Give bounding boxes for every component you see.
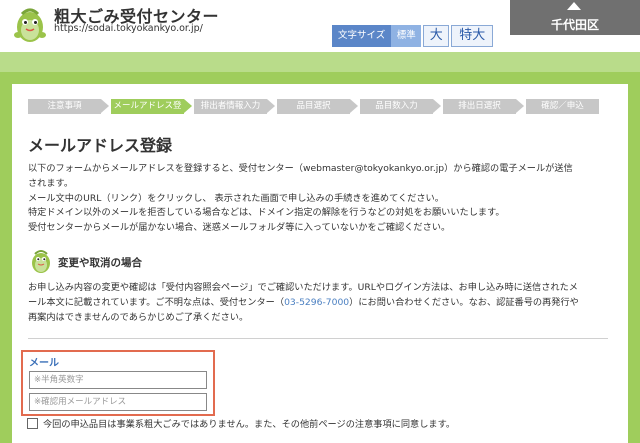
intro-line: 受付センターからメールが届かない場合、迷惑メールフォルダ等に入っていないかをご確… [28,222,451,234]
agreement-label[interactable]: 今回の申込品目は事業系粗大ごみではありません。また、その他前ページの注意事項に同… [43,416,455,430]
font-size-xlarge-button[interactable]: 特大 [451,25,494,47]
divider [28,338,608,339]
agreement-row[interactable]: 今回の申込品目は事業系粗大ごみではありません。また、その他前ページの注意事項に同… [27,416,455,430]
step-7: 確認／申込 [526,99,599,114]
frame-top-band [0,52,640,72]
intro-line: 特定ドメイン以外のメールを拒否している場合などは、ドメイン指定の解除を行うなどの… [28,207,505,219]
font-size-standard-button[interactable]: 標準 [391,25,422,47]
agreement-checkbox[interactable] [27,417,38,429]
phone-number-link[interactable]: 03-5296-7000 [284,297,349,308]
intro-line: されます。 [28,177,74,189]
section-title: 変更や取消の場合 [58,257,142,269]
page-title: メールアドレス登録 [28,136,173,155]
step-3: 排出者情報入力 [194,99,275,114]
step-1: 注意事項 [28,99,109,114]
intro-text: 以下のフォームからメールアドレスを登録すると、受付センター（webmaster@… [28,162,613,236]
step-6: 排出日選択 [443,99,524,114]
email-confirm-field[interactable] [29,393,207,411]
font-size-large-button[interactable]: 大 [423,25,450,47]
notice-line: 再案内はできませんのであらかじめご了承ください。 [28,311,249,323]
notice-line: ール本文に記載されています。ご不明な点は、受付センター（03-5296-7000… [28,296,613,311]
email-label: メール [29,358,59,369]
intro-line: 以下のフォームからメールアドレスを登録すると、受付センター（webmaster@… [28,163,573,174]
font-size-selector: 文字サイズ 標準 大 特大 [332,25,494,47]
step-5: 品目数入力 [360,99,441,114]
mascot-icon [28,246,54,274]
step-2-current: メールアドレス登録 [111,99,192,126]
district-label[interactable]: 千代田区 [510,16,640,33]
notice-text: ール本文に記載されています。ご不明な点は、受付センター（ [28,296,285,308]
triangle-up-icon [567,2,581,10]
intro-line: メール文中のURL（リンク）をクリックし、 表示された画面で申し込みの手続きを進… [28,192,444,204]
email-form-group: メール [21,350,215,416]
progress-steps: 注意事項 メールアドレス登録 排出者情報入力 品目選択 品目数入力 排出日選択 … [28,99,618,126]
mascot-logo-icon[interactable] [8,2,52,44]
change-cancel-notice: お申し込み内容の変更や確認は「受付内容照会ページ」でご確認いただけます。URLや… [28,281,613,325]
notice-line: お申し込み内容の変更や確認は「受付内容照会ページ」でご確認いただけます。URLや… [28,282,578,293]
step-4: 品目選択 [277,99,358,114]
notice-text: ）にお問い合わせください。なお、認証番号の再発行や [349,296,579,308]
font-size-label: 文字サイズ [332,25,392,47]
site-url[interactable]: https://sodai.tokyokankyo.or.jp/ [54,23,203,34]
email-field[interactable] [29,371,207,389]
